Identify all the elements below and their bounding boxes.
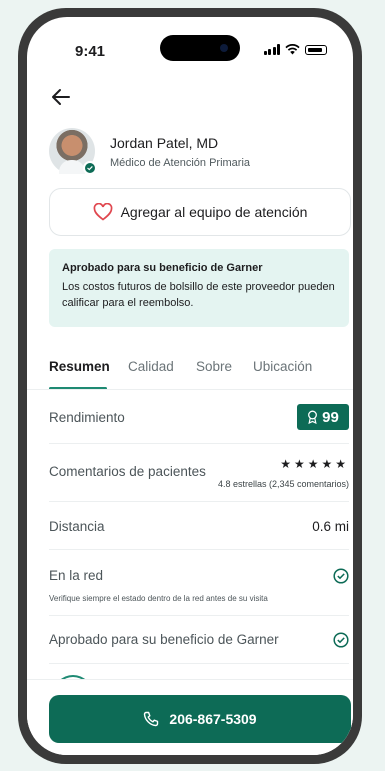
phone-icon — [144, 711, 159, 727]
garner-row-label: Aprobado para su beneficio de Garner — [49, 632, 279, 647]
add-button-label: Agregar al equipo de atención — [120, 204, 308, 220]
doctor-role: Médico de Atención Primaria — [110, 157, 251, 169]
garner-banner: Aprobado para su beneficio de Garner Los… — [49, 249, 349, 327]
battery-icon — [305, 45, 327, 55]
star-rating: ★★★★★ — [280, 457, 349, 471]
call-button[interactable]: 206-867-5309 — [49, 695, 351, 743]
heart-icon — [93, 203, 112, 221]
screen: 9:41 Jordan Patel, MD Médico de Atención… — [27, 17, 353, 755]
check-circle-icon — [333, 568, 349, 584]
tab-bar: Resumen Calidad Sobre Ubicación — [49, 357, 353, 390]
rating-summary: 4.8 estrellas (2,345 comentarios) — [217, 479, 349, 489]
reviews-label: Comentarios de pacientes — [49, 464, 206, 479]
add-to-care-team-button[interactable]: Agregar al equipo de atención — [49, 188, 351, 236]
status-bar: 9:41 — [27, 17, 353, 77]
network-label: En la red — [49, 568, 104, 583]
phone-frame: 9:41 Jordan Patel, MD Médico de Atención… — [18, 8, 362, 764]
performance-score: 99 — [322, 408, 339, 426]
performance-row[interactable]: Rendimiento 99 — [49, 390, 349, 444]
tab-resumen[interactable]: Resumen — [49, 359, 110, 374]
wifi-icon — [285, 44, 300, 55]
distance-label: Distancia — [49, 519, 105, 534]
patient-reviews-row[interactable]: Comentarios de pacientes ★★★★★ 4.8 estre… — [49, 444, 349, 502]
verified-badge-icon — [83, 161, 97, 175]
network-note: Verifique siempre el estado dentro de la… — [49, 594, 268, 603]
in-network-row[interactable]: En la red Verifique siempre el estado de… — [49, 550, 349, 616]
distance-value: 0.6 mi — [312, 519, 349, 534]
garner-approved-row[interactable]: Aprobado para su beneficio de Garner — [49, 616, 349, 664]
status-time: 9:41 — [75, 43, 106, 60]
performance-label: Rendimiento — [49, 410, 125, 425]
system-icons — [263, 44, 327, 55]
banner-text: Los costos futuros de bolsillo de este p… — [62, 281, 335, 309]
award-icon — [308, 410, 318, 424]
call-button-label: 206-867-5309 — [169, 711, 257, 727]
distance-row: Distancia 0.6 mi — [49, 502, 349, 550]
dynamic-island — [160, 35, 240, 61]
banner-title: Aprobado para su beneficio de Garner — [62, 262, 263, 274]
tab-ubicacion[interactable]: Ubicación — [253, 359, 312, 374]
tab-calidad[interactable]: Calidad — [128, 359, 174, 374]
performance-score-badge: 99 — [297, 404, 349, 430]
doctor-name: Jordan Patel, MD — [110, 135, 219, 151]
tab-sobre[interactable]: Sobre — [196, 359, 232, 374]
signal-icon — [263, 44, 280, 55]
back-arrow-icon[interactable] — [49, 87, 73, 107]
check-circle-icon — [333, 632, 349, 648]
